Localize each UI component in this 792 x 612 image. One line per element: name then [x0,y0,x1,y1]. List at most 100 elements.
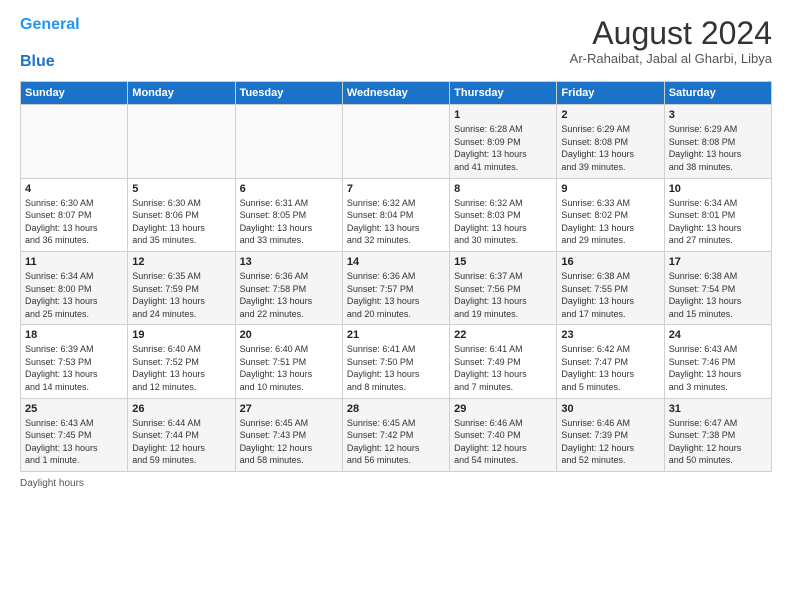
calendar-cell: 29Sunrise: 6:46 AM Sunset: 7:40 PM Dayli… [450,398,557,471]
week-row-5: 25Sunrise: 6:43 AM Sunset: 7:45 PM Dayli… [21,398,772,471]
calendar-cell [128,105,235,178]
main-title: August 2024 [570,16,772,51]
calendar-cell: 21 Sunrise: 6:41 AM Sunset: 7:50 PM Dayli… [342,325,449,398]
calendar-cell [235,105,342,178]
title-block: August 2024 Ar-Rahaibat, Jabal al Gharbi… [570,16,772,66]
day-info: Sunrise: 6:40 AM Sunset: 7:52 PM Dayligh… [132,343,230,393]
calendar-cell: 11 Sunrise: 6:34 AM Sunset: 8:00 PM Dayli… [21,251,128,324]
calendar-cell [342,105,449,178]
daylight-label: Daylight hours [20,478,84,489]
col-header-wednesday: Wednesday [342,82,449,105]
day-number: 1 [454,109,552,121]
day-number: 19 [132,329,230,341]
day-number: 29 [454,403,552,415]
day-info: Sunrise: 6:28 AM Sunset: 8:09 PM Dayligh… [454,123,552,173]
day-number: 28 [347,403,445,415]
day-info: Sunrise: 6:41 AM Sunset: 7:50 PM Dayligh… [347,343,445,393]
day-info: Sunrise: 6:41 AM Sunset: 7:49 PM Dayligh… [454,343,552,393]
calendar-cell: 2Sunrise: 6:29 AM Sunset: 8:08 PM Daylig… [557,105,664,178]
day-number: 7 [347,183,445,195]
calendar-cell: 7 Sunrise: 6:32 AM Sunset: 8:04 PM Daylig… [342,178,449,251]
calendar-cell: 15Sunrise: 6:37 AM Sunset: 7:56 PM Dayli… [450,251,557,324]
calendar-cell: 10Sunrise: 6:34 AM Sunset: 8:01 PM Dayli… [664,178,771,251]
day-info: Sunrise: 6:44 AM Sunset: 7:44 PM Dayligh… [132,417,230,467]
calendar-cell: 3 Sunrise: 6:29 AM Sunset: 8:08 PM Daylig… [664,105,771,178]
calendar-cell: 14 Sunrise: 6:36 AM Sunset: 7:57 PM Dayli… [342,251,449,324]
day-info: Sunrise: 6:39 AM Sunset: 7:53 PM Dayligh… [25,343,123,393]
day-number: 5 [132,183,230,195]
calendar-cell: 26 Sunrise: 6:44 AM Sunset: 7:44 PM Dayli… [128,398,235,471]
day-number: 26 [132,403,230,415]
day-number: 9 [561,183,659,195]
day-info: Sunrise: 6:29 AM Sunset: 8:08 PM Dayligh… [561,123,659,173]
day-info: Sunrise: 6:45 AM Sunset: 7:42 PM Dayligh… [347,417,445,467]
col-header-sunday: Sunday [21,82,128,105]
day-number: 8 [454,183,552,195]
day-info: Sunrise: 6:31 AM Sunset: 8:05 PM Dayligh… [240,197,338,247]
calendar-cell: 18 Sunrise: 6:39 AM Sunset: 7:53 PM Dayli… [21,325,128,398]
calendar-cell: 19 Sunrise: 6:40 AM Sunset: 7:52 PM Dayli… [128,325,235,398]
day-number: 17 [669,256,767,268]
day-number: 21 [347,329,445,341]
day-number: 16 [561,256,659,268]
day-number: 4 [25,183,123,195]
day-number: 15 [454,256,552,268]
calendar-cell: 30Sunrise: 6:46 AM Sunset: 7:39 PM Dayli… [557,398,664,471]
week-row-1: 1 Sunrise: 6:28 AM Sunset: 8:09 PM Daylig… [21,105,772,178]
calendar-cell: 23 Sunrise: 6:42 AM Sunset: 7:47 PM Dayli… [557,325,664,398]
calendar-cell: 6 Sunrise: 6:31 AM Sunset: 8:05 PM Daylig… [235,178,342,251]
day-info: Sunrise: 6:30 AM Sunset: 8:06 PM Dayligh… [132,197,230,247]
day-number: 13 [240,256,338,268]
day-number: 20 [240,329,338,341]
day-info: Sunrise: 6:47 AM Sunset: 7:38 PM Dayligh… [669,417,767,467]
calendar-cell: 27 Sunrise: 6:45 AM Sunset: 7:43 PM Dayli… [235,398,342,471]
col-header-thursday: Thursday [450,82,557,105]
day-info: Sunrise: 6:36 AM Sunset: 7:58 PM Dayligh… [240,270,338,320]
day-info: Sunrise: 6:38 AM Sunset: 7:54 PM Dayligh… [669,270,767,320]
page: General Blue GeneralBlue August 2024 Ar-… [0,0,792,612]
day-number: 23 [561,329,659,341]
footer: Daylight hours [20,478,772,489]
day-info: Sunrise: 6:43 AM Sunset: 7:46 PM Dayligh… [669,343,767,393]
day-number: 3 [669,109,767,121]
day-info: Sunrise: 6:45 AM Sunset: 7:43 PM Dayligh… [240,417,338,467]
calendar-cell: 1 Sunrise: 6:28 AM Sunset: 8:09 PM Daylig… [450,105,557,178]
day-info: Sunrise: 6:40 AM Sunset: 7:51 PM Dayligh… [240,343,338,393]
col-header-friday: Friday [557,82,664,105]
calendar-cell: 31Sunrise: 6:47 AM Sunset: 7:38 PM Dayli… [664,398,771,471]
day-info: Sunrise: 6:32 AM Sunset: 8:03 PM Dayligh… [454,197,552,247]
day-number: 25 [25,403,123,415]
day-info: Sunrise: 6:42 AM Sunset: 7:47 PM Dayligh… [561,343,659,393]
calendar-cell: 13 Sunrise: 6:36 AM Sunset: 7:58 PM Dayli… [235,251,342,324]
calendar-cell: 16Sunrise: 6:38 AM Sunset: 7:55 PM Dayli… [557,251,664,324]
day-info: Sunrise: 6:30 AM Sunset: 8:07 PM Dayligh… [25,197,123,247]
day-info: Sunrise: 6:36 AM Sunset: 7:57 PM Dayligh… [347,270,445,320]
day-number: 12 [132,256,230,268]
day-info: Sunrise: 6:35 AM Sunset: 7:59 PM Dayligh… [132,270,230,320]
calendar-cell: 17 Sunrise: 6:38 AM Sunset: 7:54 PM Dayli… [664,251,771,324]
day-info: Sunrise: 6:33 AM Sunset: 8:02 PM Dayligh… [561,197,659,247]
day-number: 14 [347,256,445,268]
day-number: 18 [25,329,123,341]
subtitle: Ar-Rahaibat, Jabal al Gharbi, Libya [570,51,772,66]
day-number: 11 [25,256,123,268]
day-number: 27 [240,403,338,415]
day-info: Sunrise: 6:34 AM Sunset: 8:00 PM Dayligh… [25,270,123,320]
col-header-monday: Monday [128,82,235,105]
day-number: 6 [240,183,338,195]
week-row-2: 4 Sunrise: 6:30 AM Sunset: 8:07 PM Daylig… [21,178,772,251]
calendar-table: SundayMondayTuesdayWednesdayThursdayFrid… [20,81,772,472]
week-row-3: 11 Sunrise: 6:34 AM Sunset: 8:00 PM Dayli… [21,251,772,324]
day-info: Sunrise: 6:32 AM Sunset: 8:04 PM Dayligh… [347,197,445,247]
day-number: 10 [669,183,767,195]
day-info: Sunrise: 6:29 AM Sunset: 8:08 PM Dayligh… [669,123,767,173]
calendar-cell: 22 Sunrise: 6:41 AM Sunset: 7:49 PM Dayli… [450,325,557,398]
calendar-cell: 5 Sunrise: 6:30 AM Sunset: 8:06 PM Daylig… [128,178,235,251]
day-info: Sunrise: 6:46 AM Sunset: 7:39 PM Dayligh… [561,417,659,467]
col-header-tuesday: Tuesday [235,82,342,105]
week-row-4: 18 Sunrise: 6:39 AM Sunset: 7:53 PM Dayli… [21,325,772,398]
day-number: 22 [454,329,552,341]
calendar-cell: 20 Sunrise: 6:40 AM Sunset: 7:51 PM Dayli… [235,325,342,398]
calendar-cell: 4 Sunrise: 6:30 AM Sunset: 8:07 PM Daylig… [21,178,128,251]
calendar-cell: 8 Sunrise: 6:32 AM Sunset: 8:03 PM Daylig… [450,178,557,251]
